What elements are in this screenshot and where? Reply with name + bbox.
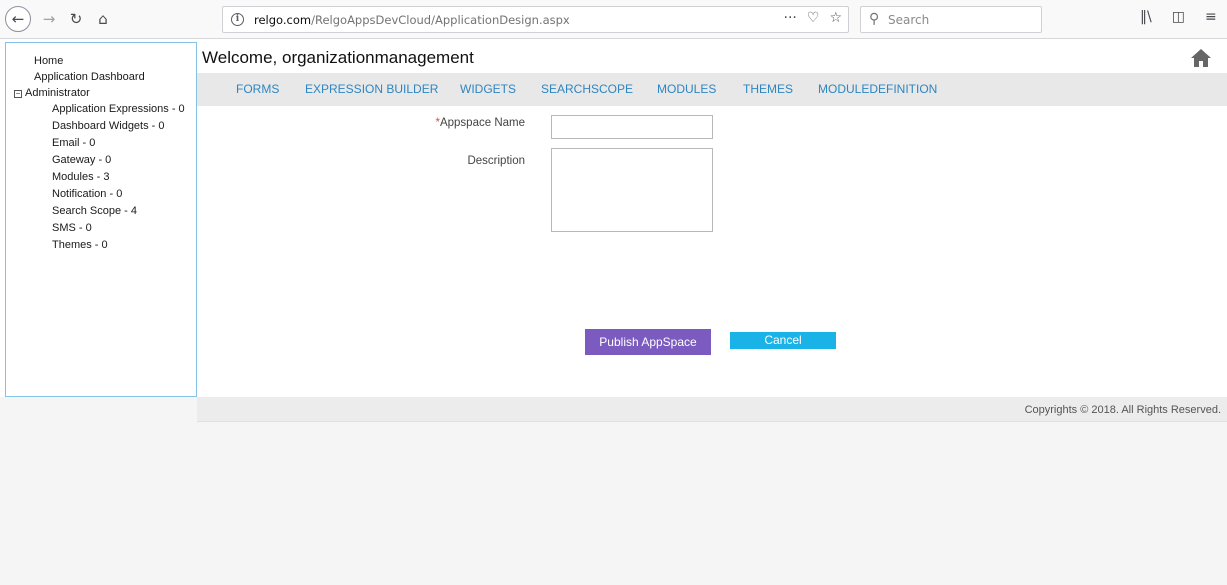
url-actions: ··· ♡ ☆: [784, 10, 842, 26]
collapse-icon[interactable]: −: [14, 90, 22, 98]
url-bar[interactable]: i relgo.com/RelgoAppsDevCloud/Applicatio…: [222, 6, 849, 33]
sidebar-item-application-expressions[interactable]: Application Expressions - 0: [52, 103, 185, 115]
menu-expression-builder[interactable]: EXPRESSION BUILDER: [305, 82, 438, 96]
pocket-icon[interactable]: ♡: [807, 10, 820, 26]
sidebar-item-email[interactable]: Email - 0: [52, 137, 95, 149]
menu-widgets[interactable]: WIDGETS: [460, 82, 516, 96]
forward-arrow-icon[interactable]: →: [36, 6, 62, 32]
appspace-name-input[interactable]: [551, 115, 713, 139]
copyright-text: Copyrights © 2018. All Rights Reserved.: [1024, 404, 1221, 416]
url-path: /RelgoAppsDevCloud/ApplicationDesign.asp…: [311, 13, 570, 27]
footer-background: [0, 397, 1227, 585]
bookmark-star-icon[interactable]: ☆: [829, 10, 842, 26]
reload-icon[interactable]: ↻: [63, 6, 89, 32]
menu-modules[interactable]: MODULES: [657, 82, 716, 96]
sidebar-item-gateway[interactable]: Gateway - 0: [52, 154, 111, 166]
browser-search-input[interactable]: ⚲ Search: [860, 6, 1042, 33]
description-textarea[interactable]: [551, 148, 713, 232]
sidebar-item-application-dashboard[interactable]: Application Dashboard: [34, 71, 145, 83]
browser-right-icons: ‖\ ◫ ≡: [1140, 9, 1217, 25]
sidebar-item-dashboard-widgets[interactable]: Dashboard Widgets - 0: [52, 120, 165, 132]
page-title: Welcome, organizationmanagement: [202, 48, 474, 67]
home-icon[interactable]: ⌂: [90, 6, 116, 32]
sidebar-item-search-scope[interactable]: Search Scope - 4: [52, 205, 137, 217]
sidebar-item-notification[interactable]: Notification - 0: [52, 188, 122, 200]
sidebar-item-modules[interactable]: Modules - 3: [52, 171, 109, 183]
search-icon: ⚲: [869, 11, 880, 27]
url-domain: relgo.com: [254, 13, 312, 27]
footer-bar: Copyrights © 2018. All Rights Reserved.: [197, 397, 1227, 422]
description-label: Description: [467, 155, 525, 167]
library-icon[interactable]: ‖\: [1140, 9, 1152, 25]
cancel-button[interactable]: Cancel: [730, 332, 836, 349]
sidebar-tree: Home Application Dashboard − Administrato…: [5, 42, 197, 397]
more-icon[interactable]: ···: [784, 10, 797, 26]
menu-icon[interactable]: ≡: [1205, 9, 1217, 25]
appspace-name-label: *Appspace Name: [420, 117, 525, 129]
menu-themes[interactable]: THEMES: [743, 82, 793, 96]
sidebar-item-themes[interactable]: Themes - 0: [52, 239, 108, 251]
search-placeholder: Search: [888, 13, 930, 27]
info-icon[interactable]: i: [231, 13, 244, 26]
appspace-name-label-text: Appspace Name: [439, 117, 525, 129]
menu-moduledefinition[interactable]: MODULEDEFINITION: [818, 82, 937, 96]
menu-searchscope[interactable]: SEARCHSCOPE: [541, 82, 633, 96]
home-icon[interactable]: [1190, 48, 1212, 68]
sidebar-item-home[interactable]: Home: [34, 55, 63, 67]
main-menu: FORMS EXPRESSION BUILDER WIDGETS SEARCHS…: [197, 73, 1227, 106]
back-arrow-icon[interactable]: ←: [5, 6, 31, 32]
sidebar-item-sms[interactable]: SMS - 0: [52, 222, 92, 234]
publish-appspace-button[interactable]: Publish AppSpace: [585, 329, 711, 355]
menu-forms[interactable]: FORMS: [236, 82, 279, 96]
sidebar-item-administrator-label: Administrator: [25, 87, 90, 99]
url-text[interactable]: relgo.com/RelgoAppsDevCloud/ApplicationD…: [254, 13, 570, 27]
sidebar-item-administrator[interactable]: − Administrator: [14, 87, 90, 99]
sidebar-icon[interactable]: ◫: [1172, 9, 1185, 25]
browser-toolbar: ← → ↻ ⌂ i relgo.com/RelgoAppsDevCloud/Ap…: [0, 0, 1227, 39]
